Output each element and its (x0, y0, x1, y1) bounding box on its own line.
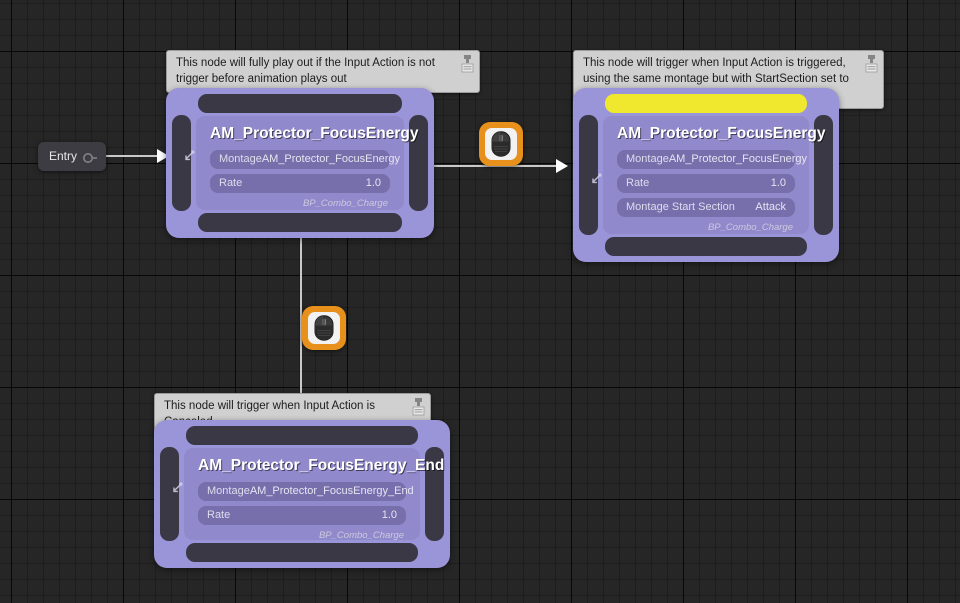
animation-link-icon (589, 173, 602, 186)
state-node-focus-energy-attack[interactable]: AM_Protector_FocusEnergy Montage AM_Prot… (573, 88, 839, 262)
state-property-value: Attack (755, 201, 786, 213)
state-property-label: Rate (626, 177, 650, 189)
state-property-value: AM_Protector_FocusEnergy (668, 153, 807, 165)
state-property-value: AM_Protector_FocusEnergy_End (249, 485, 414, 497)
entry-node-label: Entry (49, 149, 78, 163)
state-property-label: Rate (207, 509, 231, 521)
state-node-bar-top (186, 426, 418, 445)
comment-state-1-text: This node will fully play out if the Inp… (176, 57, 435, 85)
state-property-row[interactable]: Montage AM_Protector_FocusEnergy (617, 150, 807, 169)
state-property-label: Montage (626, 153, 669, 165)
state-node-focus-energy-end[interactable]: AM_Protector_FocusEnergy_End Montage AM_… (154, 420, 450, 568)
comment-pin-icon[interactable] (461, 55, 474, 75)
state-property-row[interactable]: Rate 1.0 (210, 174, 390, 193)
state-node-title: AM_Protector_FocusEnergy_End (198, 457, 445, 474)
state-node-title: AM_Protector_FocusEnergy (617, 125, 826, 142)
state-node-bar-bottom (605, 237, 807, 256)
transition-node-down[interactable] (302, 306, 346, 350)
state-node-bar-top-highlight (605, 94, 807, 113)
state-node-footer: BP_Combo_Charge (707, 222, 793, 233)
state-node-body: AM_Protector_FocusEnergy Montage AM_Prot… (196, 116, 419, 210)
entry-node[interactable]: Entry (38, 142, 107, 171)
mouse-icon (308, 312, 340, 344)
state-property-label: Rate (219, 177, 243, 189)
state-node-footer: BP_Combo_Charge (318, 530, 404, 541)
comment-pin-icon[interactable] (865, 55, 878, 75)
state-property-value: 1.0 (770, 177, 786, 189)
state-node-body: AM_Protector_FocusEnergy_End Montage AM_… (184, 448, 445, 541)
arrow-state-1-to-state-2 (556, 159, 568, 173)
comment-state-1[interactable]: This node will fully play out if the Inp… (166, 50, 480, 98)
state-node-bar-bottom (186, 543, 418, 562)
entry-pin-icon (83, 151, 98, 163)
state-property-value: AM_Protector_FocusEnergy (261, 153, 400, 165)
state-node-title: AM_Protector_FocusEnergy (210, 125, 419, 142)
animation-link-icon (182, 150, 195, 163)
state-property-label: Montage (219, 153, 262, 165)
transition-node-right[interactable] (479, 122, 523, 166)
state-property-row[interactable]: Rate 1.0 (198, 506, 406, 525)
wire-entry-to-state-1[interactable] (100, 155, 158, 157)
anim-state-machine-graph[interactable]: Entry .entry-node .entry-label, .entry-n… (0, 0, 960, 603)
state-property-row[interactable]: Montage AM_Protector_FocusEnergy (210, 150, 400, 169)
state-node-body: AM_Protector_FocusEnergy Montage AM_Prot… (603, 116, 826, 234)
state-node-focus-energy[interactable]: AM_Protector_FocusEnergy Montage AM_Prot… (166, 88, 434, 238)
state-node-bar-bottom (198, 213, 402, 232)
animation-link-icon (170, 482, 183, 495)
state-node-footer: BP_Combo_Charge (302, 198, 388, 209)
state-property-row[interactable]: Montage AM_Protector_FocusEnergy_End (198, 482, 414, 501)
state-property-label: Montage Start Section (626, 201, 735, 213)
state-node-bar-top (198, 94, 402, 113)
mouse-icon (485, 128, 517, 160)
comment-pin-icon[interactable] (412, 398, 425, 418)
state-property-value: 1.0 (365, 177, 381, 189)
state-property-row[interactable]: Rate 1.0 (617, 174, 795, 193)
state-property-label: Montage (207, 485, 250, 497)
state-property-value: 1.0 (381, 509, 397, 521)
state-property-row[interactable]: Montage Start Section Attack (617, 198, 795, 217)
